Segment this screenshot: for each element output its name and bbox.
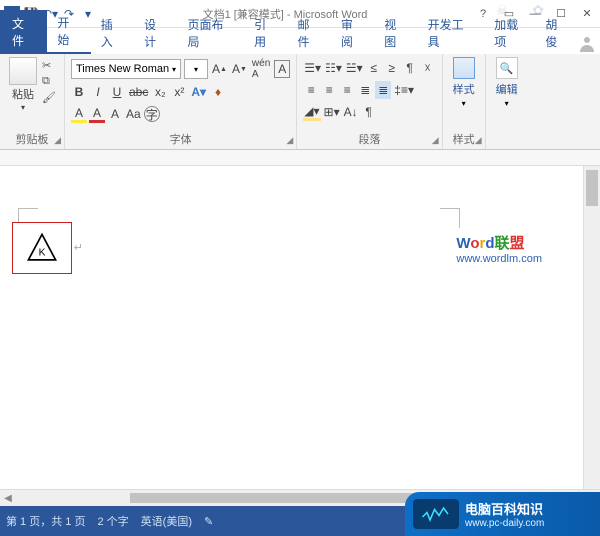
sort-icon[interactable]: A↓	[343, 103, 359, 121]
font-name-combo[interactable]: Times New Roman▾	[71, 59, 181, 79]
cut-icon[interactable]: ✂	[42, 59, 56, 72]
numbering-icon[interactable]: ☷▾	[324, 59, 343, 77]
group-clipboard: 粘贴 ▾ ✂ ⧉ 🖌 剪贴板 ◢	[0, 54, 65, 149]
tab-view[interactable]: 视图	[374, 12, 417, 54]
copy-icon[interactable]: ⧉	[42, 75, 56, 88]
monitor-icon	[413, 499, 459, 529]
hscroll-left-icon[interactable]: ◀	[0, 493, 16, 504]
multilevel-icon[interactable]: ☱▾	[345, 59, 364, 77]
grow-font-icon[interactable]: A▲	[211, 60, 228, 78]
watermark: Word联盟 www.wordlm.com	[456, 232, 542, 265]
shrink-font-icon[interactable]: A▼	[231, 60, 248, 78]
group-styles: 样式 ▾ 样式◢	[443, 54, 486, 149]
group-paragraph: ☰▾ ☷▾ ☱▾ ≤ ≥ ¶ ☓ ≡ ≡ ≡ ≣ ≣ ‡≡▾ ◢▾ ⊞▾ A↓ …	[297, 54, 442, 149]
italic-button[interactable]: I	[90, 83, 106, 101]
enclosed-triangle-char[interactable]: K ↵	[12, 222, 72, 274]
char-border-icon[interactable]: A	[274, 60, 290, 78]
tab-account[interactable]: 胡俊	[539, 12, 574, 54]
ghost-skull-icon: ☠	[496, 2, 509, 19]
borders-icon[interactable]: ⊞▾	[323, 103, 341, 121]
font-size-combo[interactable]: ▾	[184, 59, 208, 79]
margin-corner-tr	[440, 208, 460, 228]
group-clipboard-label: 剪贴板	[16, 134, 49, 146]
phonetic-guide-icon[interactable]: wénA	[251, 60, 271, 78]
paragraph-mark-icon: ↵	[74, 241, 83, 254]
show-marks-icon[interactable]: ¶	[361, 103, 377, 121]
tab-file[interactable]: 文件	[0, 10, 47, 54]
rtl-icon[interactable]: ☓	[420, 59, 436, 77]
watermark-text: Word联盟	[456, 232, 542, 253]
svg-text:K: K	[39, 248, 46, 259]
format-painter-icon[interactable]: 🖌	[42, 91, 56, 104]
align-center-icon[interactable]: ≡	[321, 81, 337, 99]
tab-developer[interactable]: 开发工具	[418, 12, 485, 54]
status-lang[interactable]: 英语(美国)	[141, 513, 192, 529]
shading-icon[interactable]: ◢▾	[303, 103, 320, 121]
line-spacing-icon[interactable]: ‡≡▾	[393, 81, 415, 99]
decrease-indent-icon[interactable]: ≤	[366, 59, 382, 77]
paste-icon	[9, 57, 37, 85]
bold-button[interactable]: B	[71, 83, 87, 101]
group-editing: 🔍 编辑 ▾	[486, 54, 528, 149]
bullets-icon[interactable]: ☰▾	[303, 59, 322, 77]
char-shading-icon[interactable]: A	[107, 105, 123, 123]
highlight-icon[interactable]: A	[71, 105, 87, 123]
group-editing-label	[492, 133, 522, 147]
tab-home[interactable]: 开始	[47, 10, 90, 54]
underline-button[interactable]: U	[109, 83, 125, 101]
vscroll-thumb[interactable]	[586, 170, 598, 206]
ribbon: 粘贴 ▾ ✂ ⧉ 🖌 剪贴板 ◢ Times New Roman▾ ▾ A▲ A▼…	[0, 54, 600, 150]
status-page[interactable]: 第 1 页，共 1 页	[6, 513, 85, 529]
clear-format-icon[interactable]: ♦	[210, 83, 226, 101]
enclose-char-icon[interactable]: 字	[144, 106, 160, 122]
watermark-url: www.wordlm.com	[456, 253, 542, 265]
align-left-icon[interactable]: ≡	[303, 81, 319, 99]
increase-indent-icon[interactable]: ≥	[384, 59, 400, 77]
user-avatar-icon[interactable]	[575, 32, 600, 54]
paste-button[interactable]: 粘贴 ▾	[6, 57, 40, 129]
paragraph-dialog-icon[interactable]: ◢	[432, 135, 439, 146]
tab-design[interactable]: 设计	[134, 12, 177, 54]
text-effects-icon[interactable]: A▾	[190, 83, 207, 101]
superscript-button[interactable]: x²	[171, 83, 187, 101]
tab-review[interactable]: 审阅	[331, 12, 374, 54]
clipboard-dialog-icon[interactable]: ◢	[54, 135, 61, 146]
group-styles-label: 样式	[453, 134, 475, 146]
pc-daily-banner: 电脑百科知识 www.pc-daily.com	[405, 492, 600, 536]
justify-icon[interactable]: ≣	[357, 81, 373, 99]
styles-icon	[453, 57, 475, 79]
banner-title: 电脑百科知识	[465, 499, 544, 518]
strike-button[interactable]: abc	[128, 83, 149, 101]
group-font-label: 字体	[170, 134, 192, 146]
ribbon-tabs: 文件 开始 插入 设计 页面布局 引用 邮件 审阅 视图 开发工具 加载项 胡俊	[0, 28, 600, 54]
ltr-icon[interactable]: ¶	[402, 59, 418, 77]
group-font: Times New Roman▾ ▾ A▲ A▼ wénA A B I U ab…	[65, 54, 297, 149]
distribute-icon[interactable]: ≣	[375, 81, 391, 99]
page: K ↵ Word联盟 www.wordlm.com	[0, 166, 560, 190]
paste-label: 粘贴	[12, 86, 34, 102]
tab-insert[interactable]: 插入	[91, 12, 134, 54]
triangle-icon: K	[25, 231, 59, 265]
tab-mailings[interactable]: 邮件	[288, 12, 331, 54]
status-input-icon[interactable]: ✎	[204, 515, 213, 528]
font-dialog-icon[interactable]: ◢	[286, 135, 293, 146]
tab-references[interactable]: 引用	[244, 12, 287, 54]
banner-url: www.pc-daily.com	[465, 518, 544, 529]
font-color-icon[interactable]: A	[89, 105, 105, 123]
group-paragraph-label: 段落	[358, 134, 380, 146]
styles-button[interactable]: 样式 ▾	[449, 57, 479, 129]
horizontal-ruler[interactable]	[0, 150, 600, 166]
styles-dialog-icon[interactable]: ◢	[475, 135, 482, 146]
close-icon[interactable]: ✕	[574, 4, 600, 24]
document-area[interactable]: K ↵ Word联盟 www.wordlm.com	[0, 166, 583, 504]
vertical-scrollbar[interactable]	[583, 166, 600, 504]
find-icon: 🔍	[496, 57, 518, 79]
editing-button[interactable]: 🔍 编辑 ▾	[492, 57, 522, 133]
tab-layout[interactable]: 页面布局	[177, 12, 244, 54]
align-right-icon[interactable]: ≡	[339, 81, 355, 99]
ghost-gear-icon: ✿	[532, 2, 544, 19]
status-words[interactable]: 2 个字	[97, 513, 128, 529]
subscript-button[interactable]: x₂	[152, 83, 168, 101]
change-case-icon[interactable]: Aa	[125, 105, 142, 123]
